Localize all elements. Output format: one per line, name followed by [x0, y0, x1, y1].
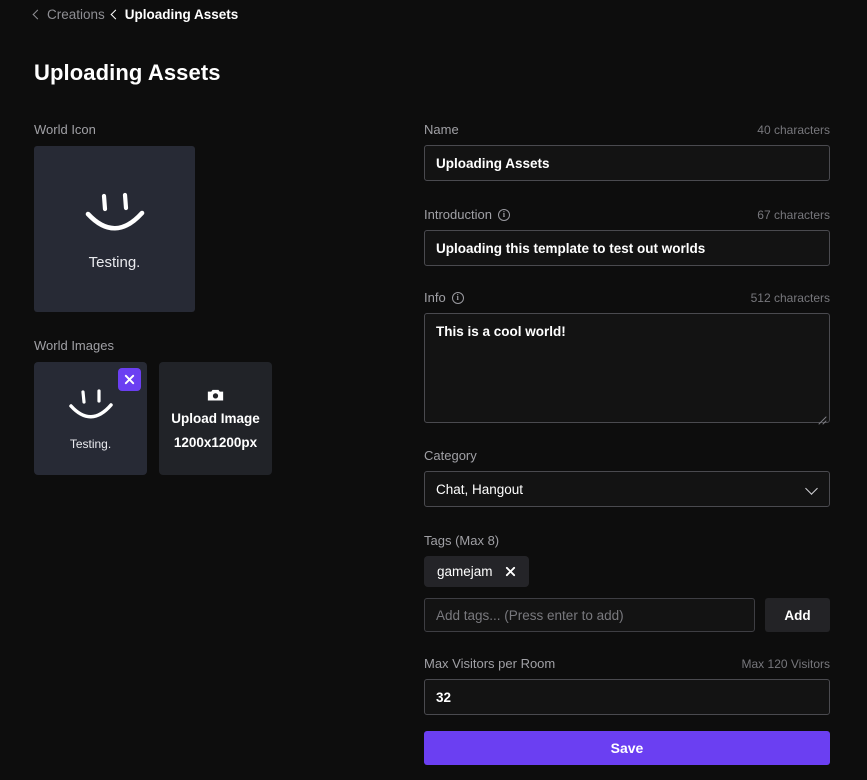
world-image-caption: Testing. [69, 437, 112, 451]
name-counter: 40 characters [757, 122, 830, 137]
info-textarea[interactable] [424, 313, 830, 423]
info-circle-icon[interactable]: i [497, 208, 510, 221]
introduction-label-text: Introduction [424, 207, 492, 222]
world-icon-label: World Icon [34, 122, 96, 137]
introduction-field-group: Introduction i 67 characters [424, 207, 830, 266]
info-label-text: Info [424, 290, 446, 305]
smiley-face-icon [63, 386, 119, 426]
name-field-head: Name 40 characters [424, 122, 830, 137]
category-field-group: Category Chat, Hangout [424, 448, 830, 507]
world-settings-form: Name 40 characters Introduction i 67 cha… [424, 122, 830, 765]
world-image-item[interactable]: Testing. [34, 362, 147, 475]
camera-icon [207, 389, 224, 401]
category-label: Category [424, 448, 477, 463]
max-visitors-label: Max Visitors per Room [424, 656, 556, 671]
upload-image-label: Upload Image [171, 410, 260, 426]
world-icon-caption: Testing. [88, 253, 141, 271]
world-images-row: Testing. Upload Image 1200x1200px [34, 362, 374, 475]
page-title: Uploading Assets [34, 60, 221, 85]
name-label: Name [424, 122, 459, 137]
category-selected-value: Chat, Hangout [436, 481, 524, 497]
tag-chip-list: gamejam [424, 556, 830, 587]
upload-image-button[interactable]: Upload Image 1200x1200px [159, 362, 272, 475]
smiley-face-icon [78, 188, 152, 240]
max-visitors-hint: Max 120 Visitors [741, 656, 830, 671]
introduction-counter: 67 characters [757, 207, 830, 222]
category-select[interactable]: Chat, Hangout [424, 471, 830, 507]
tags-field-head: Tags (Max 8) [424, 533, 830, 548]
name-field-group: Name 40 characters [424, 122, 830, 181]
info-counter: 512 characters [750, 290, 830, 305]
delete-image-button[interactable] [118, 368, 141, 391]
save-button[interactable]: Save [424, 731, 830, 765]
introduction-label: Introduction i [424, 207, 510, 222]
category-field-head: Category [424, 448, 830, 463]
tag-input-row: Add [424, 598, 830, 632]
info-textarea-wrap [424, 313, 830, 428]
max-visitors-field-head: Max Visitors per Room Max 120 Visitors [424, 656, 830, 671]
tag-chip[interactable]: gamejam [424, 556, 529, 587]
uploading-assets-page: Creations Uploading Assets Uploading Ass… [0, 0, 867, 780]
world-images-label: World Images [34, 338, 114, 353]
tags-label: Tags (Max 8) [424, 533, 500, 548]
upload-image-dimensions: 1200x1200px [173, 434, 258, 450]
breadcrumb-parent-label: Creations [47, 7, 105, 22]
info-field-head: Info i 512 characters [424, 290, 830, 305]
chevron-left-icon [32, 9, 43, 20]
breadcrumb-current-label: Uploading Assets [124, 7, 239, 22]
close-icon [505, 566, 515, 577]
name-input[interactable] [424, 145, 830, 181]
max-visitors-input[interactable] [424, 679, 830, 715]
introduction-field-head: Introduction i 67 characters [424, 207, 830, 222]
world-icon-card[interactable]: Testing. [34, 146, 195, 312]
breadcrumb-item-creations[interactable]: Creations [32, 7, 105, 22]
category-select-wrap: Chat, Hangout [424, 471, 830, 507]
tag-input[interactable] [424, 598, 755, 632]
add-tag-button[interactable]: Add [765, 598, 830, 632]
max-visitors-field-group: Max Visitors per Room Max 120 Visitors [424, 656, 830, 715]
left-panel: World Icon Testing. World Images Testing… [34, 122, 374, 475]
breadcrumb: Creations Uploading Assets [32, 7, 239, 22]
info-circle-icon[interactable]: i [451, 291, 464, 304]
chevron-left-icon [110, 9, 121, 20]
breadcrumb-item-current[interactable]: Uploading Assets [110, 7, 239, 22]
info-field-group: Info i 512 characters [424, 290, 830, 428]
info-label: Info i [424, 290, 464, 305]
close-icon [124, 374, 135, 385]
introduction-input[interactable] [424, 230, 830, 266]
remove-tag-button[interactable] [505, 566, 516, 577]
tags-field-group: Tags (Max 8) gamejam Add [424, 533, 830, 632]
tag-chip-label: gamejam [437, 564, 493, 579]
